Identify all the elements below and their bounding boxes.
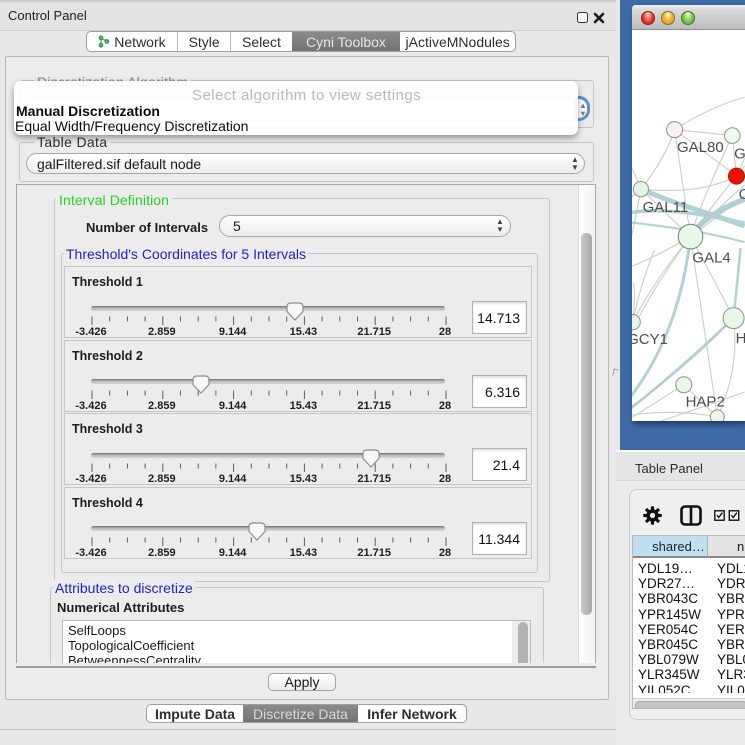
- svg-text:GAL11: GAL11: [643, 199, 689, 216]
- svg-text:H: H: [736, 330, 745, 347]
- svg-text:GAL80: GAL80: [677, 139, 724, 156]
- svg-text:CY: CY: [739, 186, 745, 203]
- svg-text:GCY1: GCY1: [632, 331, 668, 348]
- svg-text:HAP2: HAP2: [686, 394, 725, 411]
- svg-text:GAL4: GAL4: [692, 250, 730, 267]
- svg-text:GA: GA: [734, 146, 745, 163]
